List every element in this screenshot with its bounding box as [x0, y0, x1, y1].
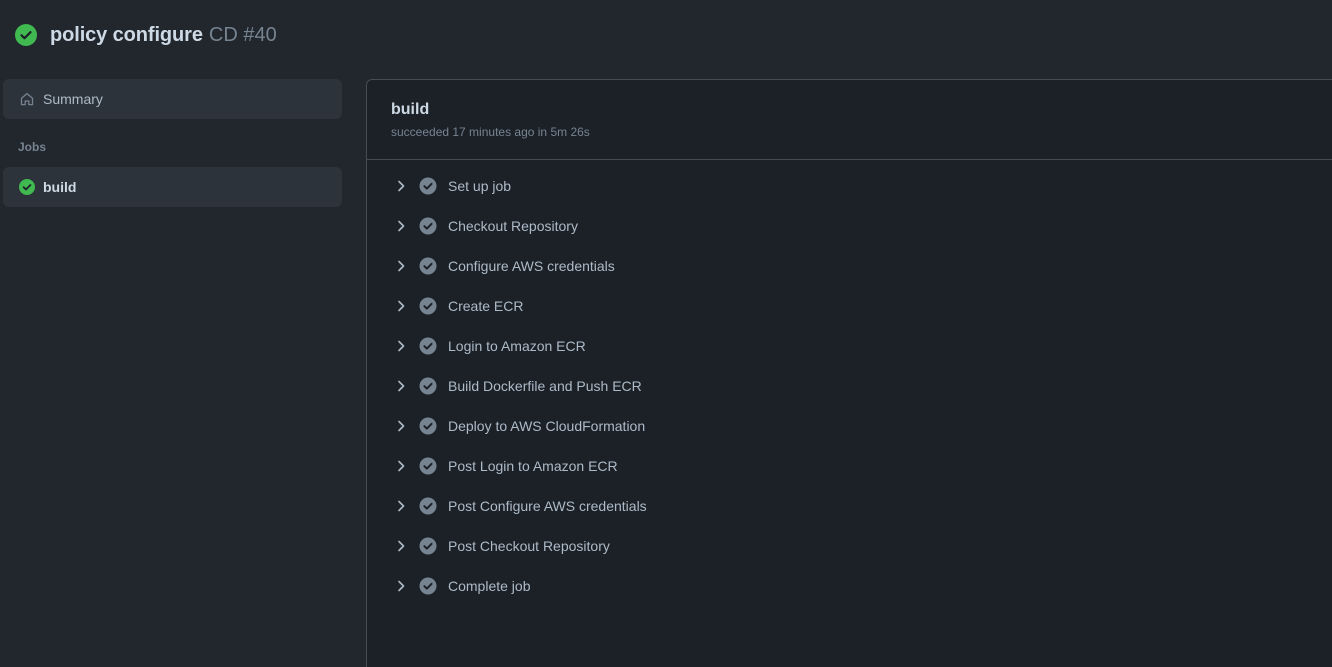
check-circle-fill-icon [419, 257, 437, 275]
check-circle-fill-icon [419, 577, 437, 595]
home-icon [19, 91, 35, 107]
step-label: Post Login to Amazon ECR [448, 458, 618, 474]
step-row[interactable]: Complete job [367, 566, 1332, 606]
check-circle-fill-icon [419, 337, 437, 355]
step-row[interactable]: Post Checkout Repository [367, 526, 1332, 566]
check-circle-fill-icon [419, 537, 437, 555]
step-label: Configure AWS credentials [448, 258, 615, 274]
sidebar-item-build[interactable]: build [3, 167, 342, 207]
jobs-heading: Jobs [18, 140, 47, 154]
chevron-right-icon[interactable] [393, 338, 409, 354]
check-circle-fill-icon [419, 297, 437, 315]
step-label: Login to Amazon ECR [448, 338, 586, 354]
chevron-right-icon[interactable] [393, 258, 409, 274]
chevron-right-icon[interactable] [393, 418, 409, 434]
step-row[interactable]: Post Configure AWS credentials [367, 486, 1332, 526]
step-row[interactable]: Login to Amazon ECR [367, 326, 1332, 366]
sidebar-item-summary[interactable]: Summary [3, 79, 342, 119]
chevron-right-icon[interactable] [393, 538, 409, 554]
sidebar: Summary Jobs build [0, 70, 366, 667]
step-row[interactable]: Set up job [367, 166, 1332, 206]
job-title: build [391, 101, 430, 118]
workflow-run-header: policy configure CD #40 [0, 0, 1332, 70]
check-circle-fill-icon [419, 177, 437, 195]
job-header: build succeeded 17 minutes ago in 5m 26s [367, 80, 1332, 160]
step-row[interactable]: Create ECR [367, 286, 1332, 326]
step-label: Post Configure AWS credentials [448, 498, 647, 514]
chevron-right-icon[interactable] [393, 218, 409, 234]
step-row[interactable]: Checkout Repository [367, 206, 1332, 246]
check-circle-fill-icon [419, 417, 437, 435]
step-row[interactable]: Build Dockerfile and Push ECR [367, 366, 1332, 406]
chevron-right-icon[interactable] [393, 298, 409, 314]
step-row[interactable]: Deploy to AWS CloudFormation [367, 406, 1332, 446]
step-label: Set up job [448, 178, 512, 194]
check-circle-fill-icon [419, 497, 437, 515]
chevron-right-icon[interactable] [393, 458, 409, 474]
step-label: Create ECR [448, 298, 524, 314]
check-circle-fill-icon [419, 377, 437, 395]
step-label: Deploy to AWS CloudFormation [448, 418, 646, 434]
workflow-title: policy configure [50, 23, 203, 46]
step-label: Complete job [448, 578, 531, 594]
sidebar-item-label: Summary [43, 91, 103, 107]
chevron-right-icon[interactable] [393, 578, 409, 594]
chevron-right-icon[interactable] [393, 378, 409, 394]
step-row[interactable]: Configure AWS credentials [367, 246, 1332, 286]
steps-list: Set up job Checkout Repository Configure A… [367, 160, 1332, 606]
step-label: Post Checkout Repository [448, 538, 610, 554]
check-circle-fill-icon [19, 179, 35, 195]
step-label: Build Dockerfile and Push ECR [448, 378, 642, 394]
job-panel: build succeeded 17 minutes ago in 5m 26s… [366, 79, 1332, 667]
chevron-right-icon[interactable] [393, 498, 409, 514]
check-circle-fill-icon [419, 217, 437, 235]
check-circle-fill-icon [419, 457, 437, 475]
chevron-right-icon[interactable] [393, 178, 409, 194]
run-number: CD #40 [208, 23, 277, 46]
sidebar-item-label: build [43, 179, 77, 195]
step-row[interactable]: Post Login to Amazon ECR [367, 446, 1332, 486]
job-meta: succeeded 17 minutes ago in 5m 26s [391, 125, 590, 139]
check-circle-fill-icon [15, 24, 37, 46]
step-label: Checkout Repository [448, 218, 578, 234]
